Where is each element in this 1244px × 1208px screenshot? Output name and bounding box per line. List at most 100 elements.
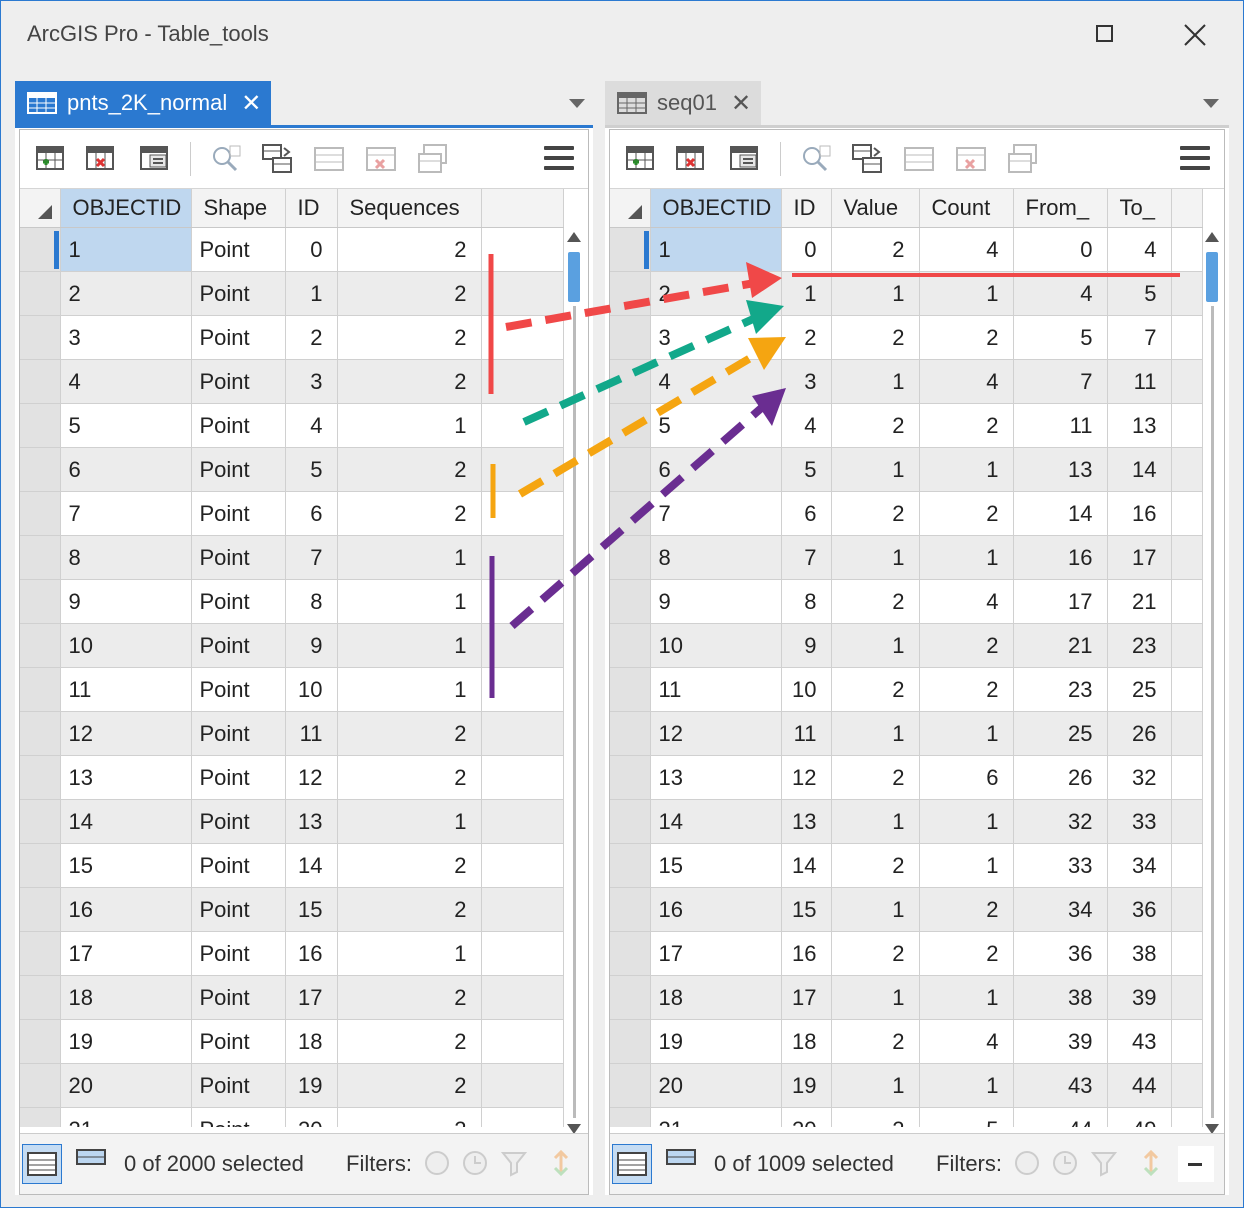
table-row[interactable]: 9 8 2 4 17 21 bbox=[610, 579, 1203, 624]
cell-objectid[interactable]: 14 bbox=[650, 799, 782, 844]
cell-id[interactable]: 18 bbox=[285, 1019, 338, 1064]
row-header[interactable] bbox=[610, 579, 651, 624]
cell-objectid[interactable]: 18 bbox=[650, 975, 782, 1020]
cell-shape[interactable]: Point bbox=[191, 315, 286, 360]
cell-to[interactable]: 7 bbox=[1107, 315, 1172, 360]
row-header[interactable] bbox=[20, 315, 61, 360]
cell-value[interactable]: 2 bbox=[831, 1107, 920, 1127]
scroll-thumb[interactable] bbox=[1206, 252, 1218, 302]
cell-count[interactable]: 4 bbox=[919, 1019, 1014, 1064]
cell-id[interactable]: 10 bbox=[781, 667, 832, 712]
table-row[interactable]: 4 3 1 4 7 11 bbox=[610, 359, 1203, 404]
cell-objectid[interactable]: 19 bbox=[60, 1019, 192, 1064]
cell-sequences[interactable]: 2 bbox=[337, 227, 482, 272]
row-header[interactable] bbox=[610, 403, 651, 448]
cell-value[interactable]: 1 bbox=[831, 271, 920, 316]
cell-objectid[interactable]: 16 bbox=[650, 887, 782, 932]
cell-count[interactable]: 1 bbox=[919, 447, 1014, 492]
cell-id[interactable]: 6 bbox=[285, 491, 338, 536]
select-all-corner[interactable] bbox=[610, 189, 651, 228]
cell-objectid[interactable]: 14 bbox=[60, 799, 192, 844]
cell-id[interactable]: 7 bbox=[781, 535, 832, 580]
cell-from[interactable]: 14 bbox=[1013, 491, 1108, 536]
cell-from[interactable]: 5 bbox=[1013, 315, 1108, 360]
table-row[interactable]: 2120254449 bbox=[610, 1107, 1203, 1127]
sync-icon[interactable] bbox=[546, 1148, 576, 1178]
cell-objectid[interactable]: 15 bbox=[60, 843, 192, 888]
select-all-corner[interactable] bbox=[20, 189, 61, 228]
row-header[interactable] bbox=[20, 579, 61, 624]
cell-from[interactable]: 44 bbox=[1013, 1107, 1108, 1127]
add-field-icon[interactable] bbox=[624, 142, 658, 176]
cell-shape[interactable]: Point bbox=[191, 535, 286, 580]
row-header[interactable] bbox=[20, 623, 61, 668]
cell-shape[interactable]: Point bbox=[191, 227, 286, 272]
cell-to[interactable]: 36 bbox=[1107, 887, 1172, 932]
cell-sequences[interactable]: 2 bbox=[337, 1019, 482, 1064]
table-row[interactable]: 5 4 2 2 11 13 bbox=[610, 403, 1203, 448]
cell-sequences[interactable]: 1 bbox=[337, 403, 482, 448]
table-row[interactable]: 15 Point 14 2 bbox=[20, 843, 564, 888]
cell-objectid[interactable]: 5 bbox=[60, 403, 192, 448]
cell-id[interactable]: 9 bbox=[781, 623, 832, 668]
row-header[interactable] bbox=[20, 535, 61, 580]
cell-objectid[interactable]: 13 bbox=[650, 755, 782, 800]
cell-id[interactable]: 5 bbox=[285, 447, 338, 492]
cell-id[interactable]: 1 bbox=[285, 271, 338, 316]
cell-to[interactable]: 32 bbox=[1107, 755, 1172, 800]
cell-sequences[interactable]: 2 bbox=[337, 271, 482, 316]
row-header[interactable] bbox=[610, 711, 651, 756]
cell-shape[interactable]: Point bbox=[191, 1107, 286, 1127]
scroll-thumb[interactable] bbox=[568, 252, 580, 302]
cell-objectid[interactable]: 13 bbox=[60, 755, 192, 800]
table-row[interactable]: 16 15 1 2 34 36 bbox=[610, 887, 1203, 932]
row-header[interactable] bbox=[610, 755, 651, 800]
cell-to[interactable]: 23 bbox=[1107, 623, 1172, 668]
cell-to[interactable]: 17 bbox=[1107, 535, 1172, 580]
row-header[interactable] bbox=[20, 711, 61, 756]
row-header[interactable] bbox=[610, 315, 651, 360]
table-row[interactable]: 4 Point 3 2 bbox=[20, 359, 564, 404]
cell-objectid[interactable]: 8 bbox=[60, 535, 192, 580]
cell-objectid[interactable]: 2 bbox=[650, 271, 782, 316]
cell-to[interactable]: 14 bbox=[1107, 447, 1172, 492]
cell-value[interactable]: 1 bbox=[831, 711, 920, 756]
cell-count[interactable]: 2 bbox=[919, 315, 1014, 360]
cell-id[interactable]: 11 bbox=[285, 711, 338, 756]
cell-id[interactable]: 14 bbox=[285, 843, 338, 888]
cell-shape[interactable]: Point bbox=[191, 711, 286, 756]
cell-count[interactable]: 2 bbox=[919, 403, 1014, 448]
time-filter-icon[interactable] bbox=[460, 1148, 490, 1178]
cell-shape[interactable]: Point bbox=[191, 359, 286, 404]
cell-to[interactable]: 21 bbox=[1107, 579, 1172, 624]
table-row[interactable]: 14 Point 13 1 bbox=[20, 799, 564, 844]
row-header[interactable] bbox=[20, 799, 61, 844]
row-header[interactable] bbox=[20, 1107, 61, 1127]
scroll-up-icon[interactable] bbox=[1205, 232, 1219, 242]
cell-shape[interactable]: Point bbox=[191, 843, 286, 888]
row-header[interactable] bbox=[20, 271, 61, 316]
cell-count[interactable]: 4 bbox=[919, 359, 1014, 404]
cell-to[interactable]: 43 bbox=[1107, 1019, 1172, 1064]
cell-count[interactable]: 2 bbox=[919, 491, 1014, 536]
table-row[interactable]: 5 Point 4 1 bbox=[20, 403, 564, 448]
cell-id[interactable]: 20 bbox=[781, 1107, 832, 1127]
cell-from[interactable]: 38 bbox=[1013, 975, 1108, 1020]
cell-from[interactable]: 4 bbox=[1013, 271, 1108, 316]
cell-count[interactable]: 1 bbox=[919, 271, 1014, 316]
cell-to[interactable]: 44 bbox=[1107, 1063, 1172, 1108]
row-header[interactable] bbox=[610, 359, 651, 404]
left-vertical-scrollbar[interactable] bbox=[566, 232, 582, 1134]
cell-objectid[interactable]: 16 bbox=[60, 887, 192, 932]
cell-objectid[interactable]: 15 bbox=[650, 843, 782, 888]
table-row[interactable]: 15 14 2 1 33 34 bbox=[610, 843, 1203, 888]
cell-sequences[interactable]: 2 bbox=[337, 843, 482, 888]
cell-objectid[interactable]: 21 bbox=[650, 1107, 782, 1127]
cell-sequences[interactable]: 2 bbox=[337, 975, 482, 1020]
column-header-sequences[interactable]: Sequences bbox=[337, 189, 482, 228]
cell-id[interactable]: 18 bbox=[781, 1019, 832, 1064]
column-header-id[interactable]: ID bbox=[285, 189, 338, 228]
cell-sequences[interactable]: 1 bbox=[337, 931, 482, 976]
table-row[interactable]: 9 Point 8 1 bbox=[20, 579, 564, 624]
cell-id[interactable]: 12 bbox=[285, 755, 338, 800]
